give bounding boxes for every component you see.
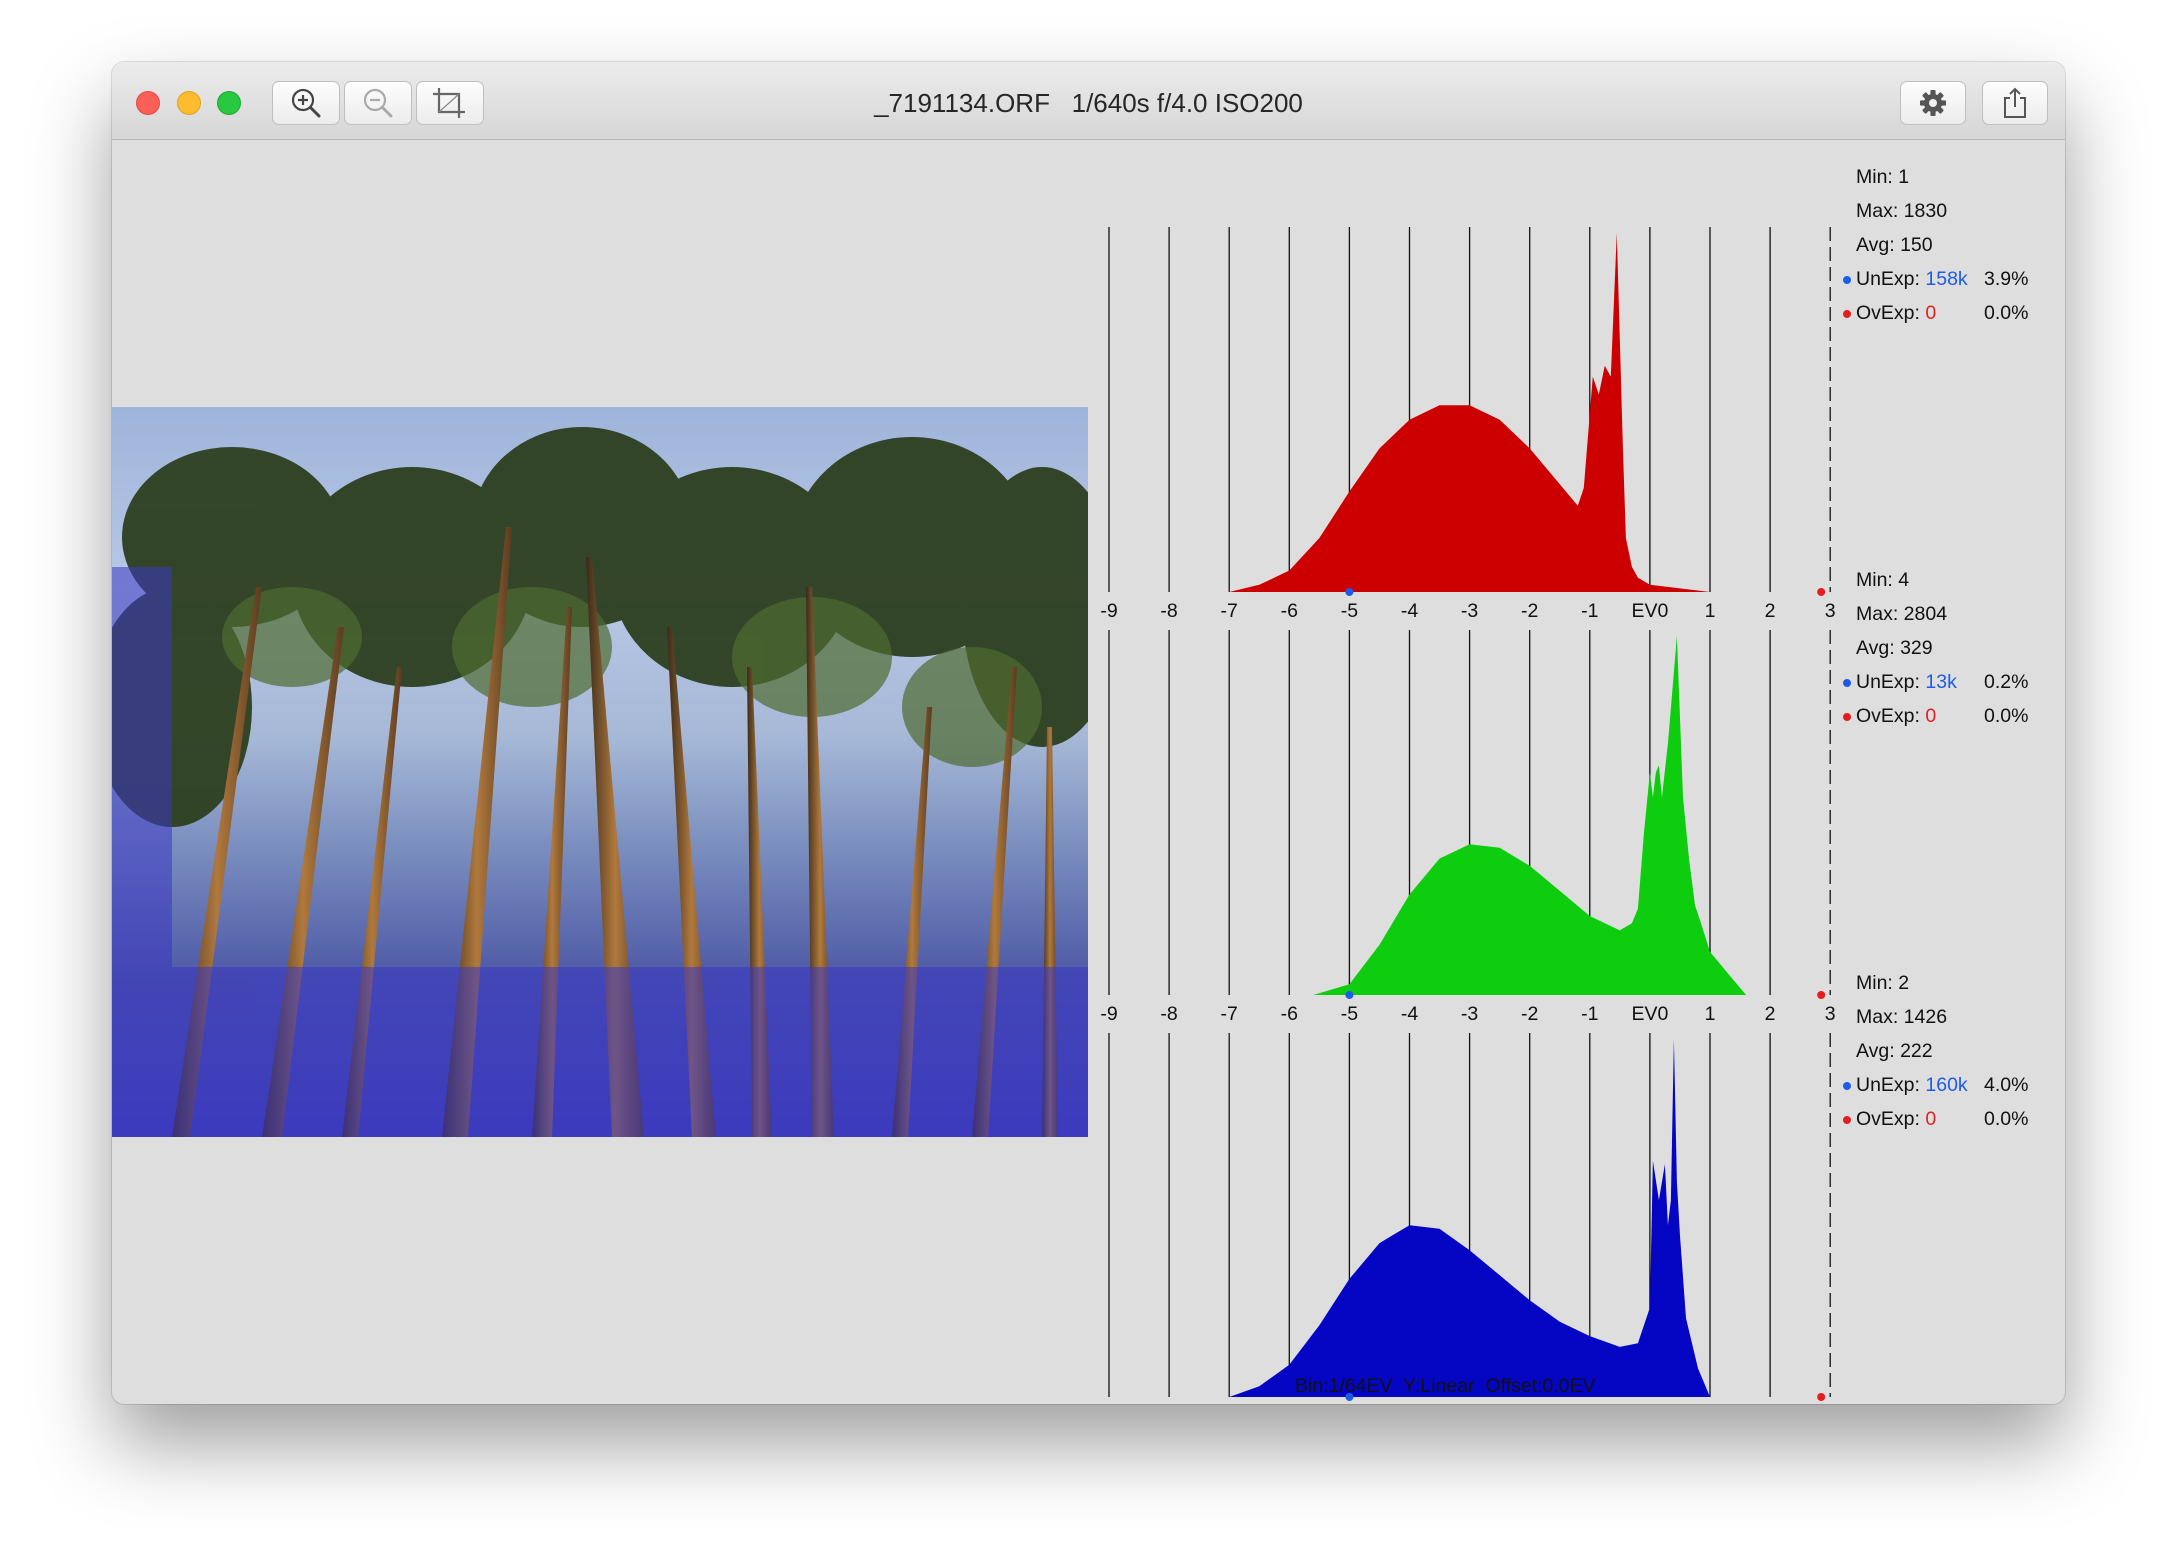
ev-tick-label: -2: [1521, 600, 1538, 622]
underexposure-marker: [1345, 588, 1354, 596]
red-ovexp: OvExp: 0: [1856, 302, 1936, 325]
gear-icon: [1918, 88, 1948, 118]
green-histogram: -9 -8 -7 -6 -5 -4 -3 -2 -1 EV0 1 2 3: [1100, 630, 1836, 1025]
blue-unexp-pct: 4.0%: [1984, 1074, 2029, 1096]
red-avg: Avg: 150: [1856, 234, 1933, 256]
red-ovexp-pct: 0.0%: [1984, 302, 2029, 324]
settings-button[interactable]: [1900, 81, 1966, 125]
overexposure-marker: [1817, 991, 1826, 999]
underexposed-dot: [1843, 1082, 1851, 1090]
ev-tick-label: EV0: [1631, 1003, 1668, 1025]
blue-unexp: UnExp: 160k: [1856, 1074, 1968, 1097]
blue-avg: Avg: 222: [1856, 1040, 1933, 1062]
ev-tick-label: -4: [1401, 1003, 1418, 1025]
ovexp-count: 0: [1925, 302, 1937, 324]
share-icon: [2000, 86, 2030, 120]
ev-tick-label: -5: [1341, 600, 1358, 622]
underexposed-dot: [1843, 679, 1851, 687]
ev-tick-label: 2: [1765, 1003, 1776, 1025]
red-max: Max: 1830: [1856, 200, 1948, 222]
ev-tick-label: 1: [1705, 1003, 1716, 1025]
ev-tick-label: -8: [1160, 600, 1177, 622]
app-window: _7191134.ORF 1/640s f/4.0 ISO200 -9 -8 -…: [112, 62, 2065, 1404]
ev-tick-label: -6: [1281, 1003, 1298, 1025]
blue-ovexp-pct: 0.0%: [1984, 1108, 2029, 1130]
green-avg: Avg: 329: [1856, 637, 1933, 659]
ovexp-label: OvExp:: [1856, 705, 1920, 727]
ev-tick-label: -2: [1521, 1003, 1538, 1025]
unexp-count: 158k: [1925, 268, 1968, 290]
overexposed-dot: [1843, 713, 1851, 721]
red-unexp: UnExp: 158k: [1856, 268, 1968, 291]
ev-tick-label: -1: [1581, 1003, 1598, 1025]
green-max: Max: 2804: [1856, 603, 1948, 625]
red-unexp-pct: 3.9%: [1984, 268, 2029, 290]
ev-tick-label: -9: [1100, 1003, 1117, 1025]
ev-tick-label: EV0: [1631, 600, 1668, 622]
red-min: Min: 1: [1856, 166, 1910, 188]
title-bar: _7191134.ORF 1/640s f/4.0 ISO200: [112, 62, 2065, 140]
ev-tick-label: 3: [1825, 1003, 1836, 1025]
ev-tick-label: 2: [1765, 600, 1776, 622]
underexposed-dot: [1843, 276, 1851, 284]
ev-tick-label: -5: [1341, 1003, 1358, 1025]
ev-tick-label: -3: [1461, 1003, 1478, 1025]
histogram-panel: -9 -8 -7 -6 -5 -4 -3 -2 -1 EV0 1 2 3 -9 -8 -7 -6 -5 -4 -3 -2…: [1100, 227, 1836, 1401]
ev-tick-label: -1: [1581, 600, 1598, 622]
overexposure-marker: [1817, 1393, 1826, 1401]
ev-tick-label: 3: [1825, 600, 1836, 622]
share-button[interactable]: [1982, 81, 2048, 125]
ev-tick-label: -8: [1160, 1003, 1177, 1025]
green-ovexp-pct: 0.0%: [1984, 705, 2029, 727]
blue-min: Min: 2: [1856, 972, 1910, 994]
unexp-count: 160k: [1925, 1074, 1968, 1096]
ev-tick-label: -7: [1221, 1003, 1238, 1025]
ev-tick-label: -6: [1281, 600, 1298, 622]
unexp-label: UnExp:: [1856, 268, 1920, 290]
ev-tick-label: -9: [1100, 600, 1117, 622]
green-unexp-pct: 0.2%: [1984, 671, 2029, 693]
green-ovexp: OvExp: 0: [1856, 705, 1936, 728]
ev-tick-label: -3: [1461, 600, 1478, 622]
histogram-settings-footer: Bin:1/64EV Y:Linear Offset:0.0EV: [1295, 1375, 1596, 1397]
ev-tick-label: -7: [1221, 600, 1238, 622]
overexposed-dot: [1843, 310, 1851, 318]
green-min: Min: 4: [1856, 569, 1910, 591]
ev-tick-label: 1: [1705, 600, 1716, 622]
blue-max: Max: 1426: [1856, 1006, 1948, 1028]
red-histogram: -9 -8 -7 -6 -5 -4 -3 -2 -1 EV0 1 2 3: [1100, 227, 1836, 622]
overexposed-dot: [1843, 1116, 1851, 1124]
underexposure-marker: [1345, 991, 1354, 999]
unexp-label: UnExp:: [1856, 1074, 1920, 1096]
ovexp-label: OvExp:: [1856, 302, 1920, 324]
ev-tick-label: -4: [1401, 600, 1418, 622]
unexp-label: UnExp:: [1856, 671, 1920, 693]
window-title: _7191134.ORF 1/640s f/4.0 ISO200: [874, 88, 1303, 118]
blue-histogram: -9-8-7-6-5-4-3-2-1EV0123: [1108, 1033, 1831, 1401]
ovexp-count: 0: [1925, 1108, 1937, 1130]
overexposure-marker: [1817, 588, 1826, 596]
blue-ovexp: OvExp: 0: [1856, 1108, 1936, 1131]
ovexp-count: 0: [1925, 705, 1937, 727]
ovexp-label: OvExp:: [1856, 1108, 1920, 1130]
green-unexp: UnExp: 13k: [1856, 671, 1957, 694]
unexp-count: 13k: [1925, 671, 1957, 693]
